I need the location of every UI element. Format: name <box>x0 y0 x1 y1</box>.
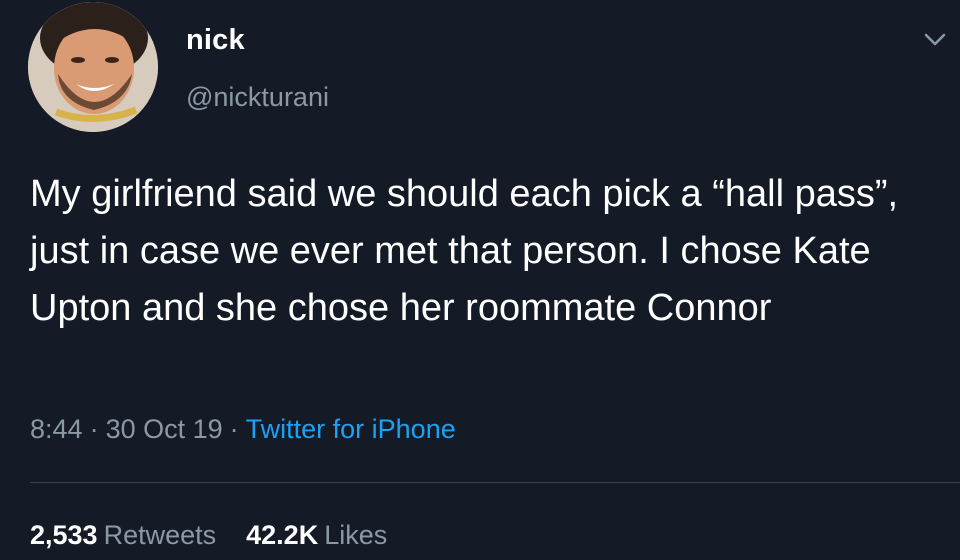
likes-stat[interactable]: 42.2K Likes <box>246 520 387 550</box>
retweets-stat[interactable]: 2,533 Retweets <box>30 520 216 550</box>
separator-dot: · <box>229 414 239 444</box>
likes-label: Likes <box>324 520 388 550</box>
tweet-text: My girlfriend said we should each pick a… <box>30 173 899 329</box>
retweets-label: Retweets <box>103 520 217 550</box>
retweets-count: 2,533 <box>30 520 98 550</box>
tweet-meta: 8:44 · 30 Oct 19 · Twitter for iPhone <box>30 414 456 445</box>
tweet-card: nick @nickturani My girlfriend said we s… <box>0 0 960 560</box>
tweet-source-link[interactable]: Twitter for iPhone <box>246 414 456 444</box>
tweet-stats: 2,533 Retweets 42.2K Likes <box>30 520 387 551</box>
profile-photo-icon <box>28 2 158 132</box>
tweet-time[interactable]: 8:44 <box>30 414 83 444</box>
likes-count: 42.2K <box>246 520 319 550</box>
author-name[interactable]: nick <box>186 24 245 57</box>
separator-dot: · <box>89 414 99 444</box>
author-handle[interactable]: @nickturani <box>186 82 329 113</box>
chevron-down-icon[interactable] <box>920 24 950 54</box>
divider <box>30 482 960 483</box>
avatar[interactable] <box>28 2 158 132</box>
tweet-date[interactable]: 30 Oct 19 <box>106 414 223 444</box>
